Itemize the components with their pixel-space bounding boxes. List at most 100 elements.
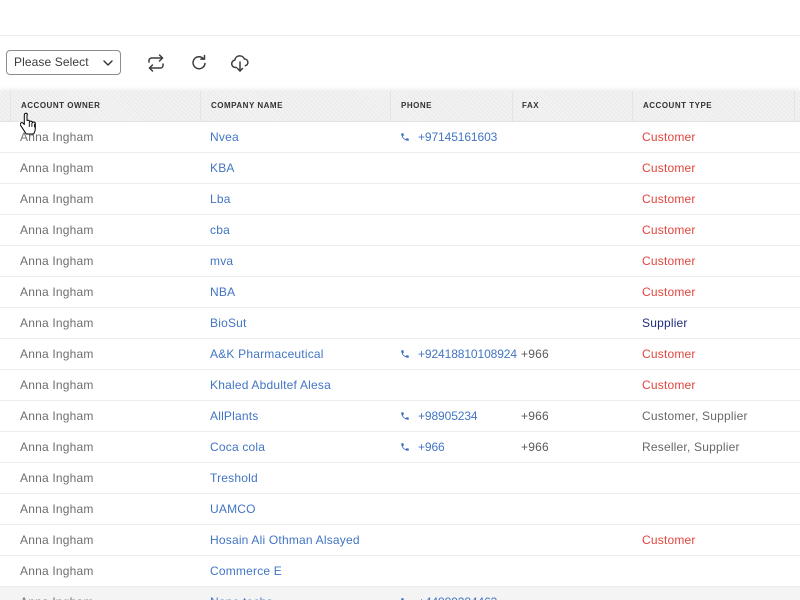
company-name-link[interactable]: NBA — [200, 277, 390, 307]
fax-cell — [512, 277, 632, 307]
account-owner-cell: Anna Ingham — [20, 223, 94, 237]
table-row[interactable]: Anna Ingham KBA Customer — [0, 153, 800, 184]
account-owner-cell: Anna Ingham — [20, 130, 94, 144]
table-row[interactable]: Anna Ingham NBA Customer — [0, 277, 800, 308]
table-row[interactable]: Anna Ingham mva Customer — [0, 246, 800, 277]
table-row[interactable]: Anna Ingham Hosain Ali Othman Alsayed Cust… — [0, 525, 800, 556]
account-type-cell: Customer — [642, 223, 696, 237]
phone-cell — [390, 556, 512, 586]
account-owner-cell: Anna Ingham — [20, 564, 94, 578]
phone-cell[interactable]: +966 — [390, 432, 512, 462]
column-header-fax[interactable]: FAX — [512, 91, 632, 121]
company-name-link[interactable]: UAMCO — [200, 494, 390, 524]
toolbar: Please Select — [0, 36, 800, 91]
phone-link[interactable]: +92418810108924 — [418, 339, 517, 369]
phone-icon — [401, 350, 409, 358]
table-row[interactable]: Anna Ingham Commerce E — [0, 556, 800, 587]
column-header-phone[interactable]: PHONE — [390, 91, 512, 121]
account-owner-cell: Anna Ingham — [10, 587, 200, 600]
company-name-link[interactable]: Nvea — [200, 122, 390, 152]
account-owner-cell: Anna Ingham — [20, 254, 94, 268]
account-owner-cell: Anna Ingham — [20, 192, 94, 206]
table-row[interactable]: Anna Ingham A&K Pharmaceutical +924188101… — [0, 339, 800, 370]
phone-cell — [390, 370, 512, 400]
table-header: ACCOUNT OWNER COMPANY NAME PHONE FAX ACC… — [0, 91, 800, 122]
phone-link[interactable]: +98905234 — [418, 401, 478, 431]
phone-cell — [390, 308, 512, 338]
refresh-icon — [192, 54, 206, 70]
account-type-cell: Customer — [642, 254, 696, 268]
table-row[interactable]: Anna Ingham UAMCO — [0, 494, 800, 525]
filter-select[interactable]: Please Select — [6, 50, 121, 75]
account-owner-cell: Anna Ingham — [20, 285, 94, 299]
swap-button[interactable] — [146, 53, 166, 73]
company-name-link[interactable]: cba — [200, 215, 390, 245]
phone-icon — [401, 133, 409, 141]
phone-cell[interactable]: +97145161603 — [390, 122, 512, 152]
company-name-link[interactable]: AllPlants — [200, 401, 390, 431]
account-owner-cell: Anna Ingham — [20, 316, 94, 330]
fax-cell — [512, 308, 632, 338]
fax-cell — [512, 246, 632, 276]
fax-cell — [512, 215, 632, 245]
company-name-link[interactable]: BioSut — [200, 308, 390, 338]
phone-cell — [390, 463, 512, 493]
fax-cell: +966 — [521, 440, 549, 454]
account-owner-cell: Anna Ingham — [20, 409, 94, 423]
top-bar — [0, 0, 800, 36]
account-owner-cell: Anna Ingham — [20, 502, 94, 516]
account-owner-cell: Anna Ingham — [20, 440, 94, 454]
account-type-cell — [632, 463, 795, 493]
phone-cell — [390, 246, 512, 276]
company-name-link[interactable]: mva — [200, 246, 390, 276]
company-name-link[interactable]: Hosain Ali Othman Alsayed — [200, 525, 390, 555]
accounts-table-body: Anna Ingham Nvea +97145161603 Customer Anna… — [0, 122, 800, 600]
table-row[interactable]: Anna Ingham cba Customer — [0, 215, 800, 246]
account-owner-cell: Anna Ingham — [20, 378, 94, 392]
phone-link[interactable]: +44889284463 — [418, 587, 497, 600]
column-header-account-type[interactable]: ACCOUNT TYPE — [632, 91, 795, 121]
table-row[interactable]: Anna Ingham Nvea +97145161603 Customer — [0, 122, 800, 153]
table-row[interactable]: Anna Ingham Coca cola +966 +966 Reseller, S… — [0, 432, 800, 463]
fax-cell — [512, 525, 632, 555]
phone-cell[interactable]: +44889284463 — [390, 587, 512, 600]
phone-icon — [401, 412, 409, 420]
refresh-button[interactable] — [189, 53, 209, 73]
fax-cell — [512, 556, 632, 586]
phone-cell — [390, 525, 512, 555]
company-name-link[interactable]: Commerce E — [200, 556, 390, 586]
table-row[interactable]: Anna Ingham Lba Customer — [0, 184, 800, 215]
account-type-cell: Customer — [642, 533, 696, 547]
company-name-link[interactable]: Nano techs — [200, 587, 390, 600]
account-type-cell: Reseller, Supplier — [642, 440, 740, 454]
account-owner-cell: Anna Ingham — [20, 161, 94, 175]
table-row[interactable]: Anna InghamNano techs +44889284463 — [0, 587, 800, 600]
table-row[interactable]: Anna Ingham Treshold — [0, 463, 800, 494]
column-header-company-name[interactable]: COMPANY NAME — [200, 91, 390, 121]
company-name-link[interactable]: Treshold — [200, 463, 390, 493]
download-button[interactable] — [230, 53, 250, 73]
download-cloud-icon — [230, 55, 249, 72]
phone-cell — [390, 153, 512, 183]
account-type-cell — [632, 587, 795, 600]
company-name-link[interactable]: Coca cola — [200, 432, 390, 462]
phone-link[interactable]: +966 — [418, 432, 445, 462]
table-row[interactable]: Anna Ingham Khaled Abdultef Alesa Customer — [0, 370, 800, 401]
company-name-link[interactable]: Khaled Abdultef Alesa — [200, 370, 390, 400]
phone-cell[interactable]: +98905234 — [390, 401, 512, 431]
account-owner-cell: Anna Ingham — [20, 533, 94, 547]
phone-cell[interactable]: +92418810108924 — [390, 339, 517, 369]
phone-link[interactable]: +97145161603 — [418, 122, 497, 152]
account-type-cell: Customer — [642, 161, 696, 175]
account-type-cell — [632, 494, 795, 524]
company-name-link[interactable]: Lba — [200, 184, 390, 214]
fax-cell — [512, 122, 632, 152]
fax-cell — [512, 370, 632, 400]
company-name-link[interactable]: KBA — [200, 153, 390, 183]
table-row[interactable]: Anna Ingham BioSut Supplier — [0, 308, 800, 339]
company-name-link[interactable]: A&K Pharmaceutical — [200, 339, 390, 369]
fax-cell — [512, 184, 632, 214]
column-header-account-owner[interactable]: ACCOUNT OWNER — [10, 91, 200, 121]
account-owner-cell: Anna Ingham — [20, 347, 94, 361]
table-row[interactable]: Anna Ingham AllPlants +98905234 +966 Custom… — [0, 401, 800, 432]
